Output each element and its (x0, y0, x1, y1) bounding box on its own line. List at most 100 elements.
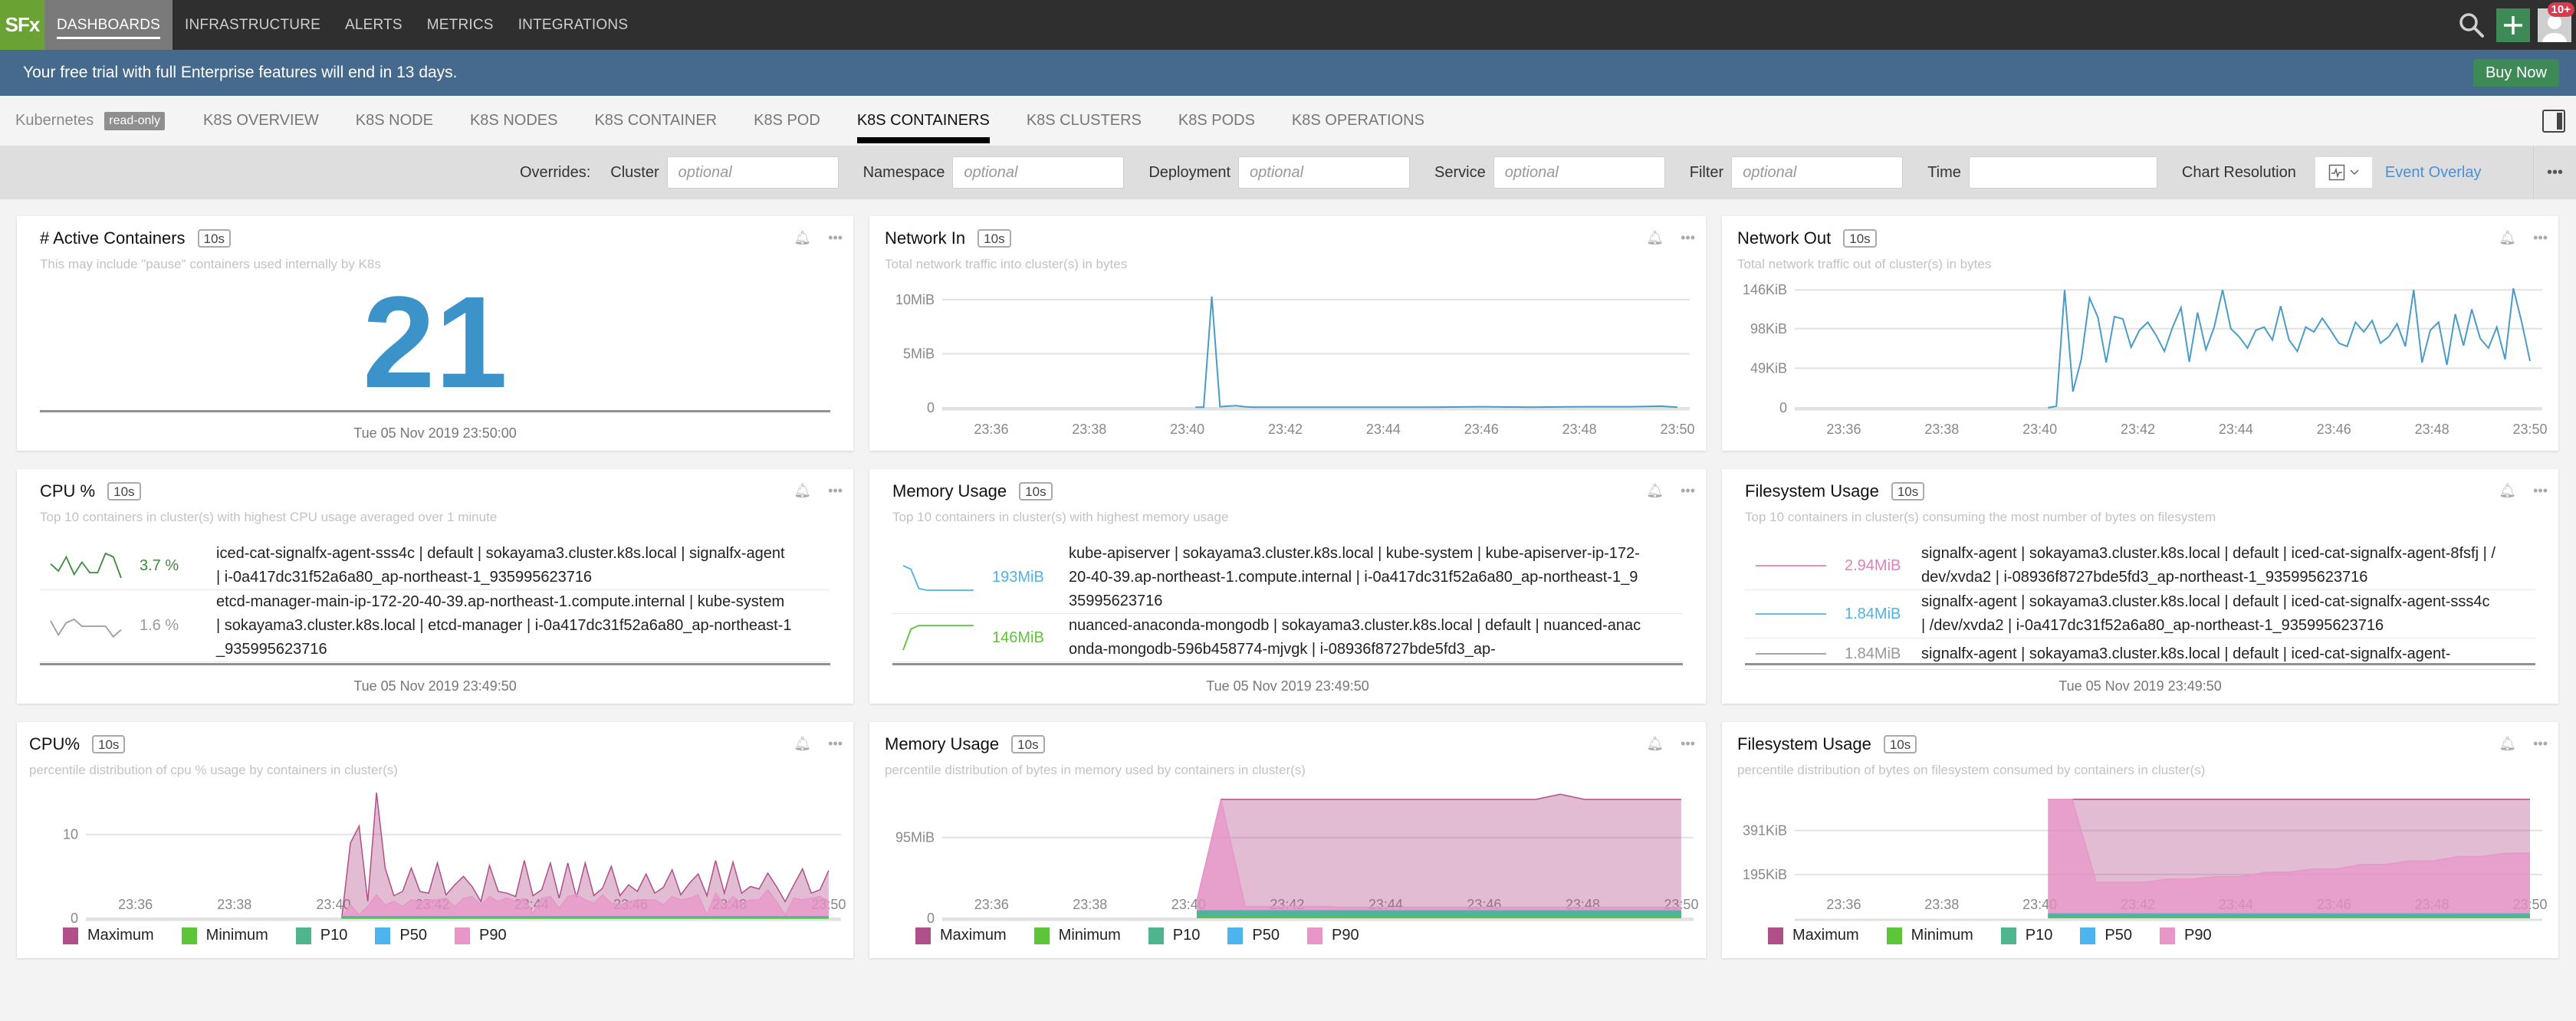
more-icon[interactable]: ••• (1681, 483, 1695, 499)
legend-swatch (1148, 927, 1164, 944)
x-tick-label: 23:44 (2219, 422, 2253, 437)
filter-label: Filter (1689, 163, 1724, 181)
panel-network-out: Network Out 10s Total network traffic out… (1722, 216, 2558, 451)
nav-infrastructure[interactable]: INFRASTRUCTURE (172, 0, 333, 50)
more-icon[interactable]: ••• (828, 230, 843, 246)
panel-description: Top 10 containers in cluster(s) with hig… (40, 510, 498, 524)
bell-icon[interactable]: 🔔︎ (1646, 483, 1664, 499)
list-item[interactable]: 1.84MiB signalfx-agent | sokayama3.cluste… (1745, 590, 2535, 639)
legend-item-p10[interactable]: P10 (295, 927, 347, 944)
list-item[interactable]: 3.7 % iced-cat-signalfx-agent-sss4c | def… (40, 542, 830, 590)
legend-item-p50[interactable]: P50 (1227, 927, 1280, 944)
tab-k8s-pod[interactable]: K8S POD (735, 96, 839, 146)
resolution-badge: 10s (197, 229, 231, 248)
legend-item-p50[interactable]: P50 (2080, 927, 2132, 944)
tab-k8s-node[interactable]: K8S NODE (337, 96, 452, 146)
buy-now-button[interactable]: Buy Now (2472, 59, 2559, 87)
namespace-input[interactable] (952, 156, 1125, 189)
sparkline (902, 625, 974, 651)
legend-swatch (915, 927, 931, 944)
sparkline-path (902, 625, 974, 651)
tab-k8s-clusters[interactable]: K8S CLUSTERS (1008, 96, 1160, 146)
list-item[interactable]: 193MiB kube-apiserver | sokayama3.cluster… (892, 542, 1683, 614)
panel-title: Filesystem Usage (1745, 481, 1879, 501)
resolution-badge: 10s (107, 482, 141, 501)
list-item[interactable]: 1.6 % etcd-manager-main-ip-172-20-40-39.a… (40, 590, 830, 662)
more-icon[interactable]: ••• (2533, 483, 2548, 499)
user-avatar[interactable]: 10+ (2538, 2, 2574, 42)
x-tick-label: 23:38 (1924, 422, 1959, 437)
chart-resolution-dropdown[interactable] (2314, 156, 2373, 189)
list-value: 2.94MiB (1845, 556, 1901, 574)
x-tick-label: 23:36 (1826, 897, 1861, 912)
nav-alerts[interactable]: ALERTS (333, 0, 415, 50)
legend-item-p10[interactable]: P10 (2000, 927, 2053, 944)
bell-icon[interactable]: 🔔︎ (794, 483, 811, 499)
area-maximum (1197, 794, 1681, 918)
list-value: 193MiB (992, 569, 1044, 586)
legend-label: P10 (2025, 927, 2053, 944)
more-icon[interactable]: ••• (828, 483, 843, 499)
service-input[interactable] (1493, 156, 1665, 189)
list-label: signalfx-agent | sokayama3.cluster.k8s.l… (1921, 593, 2490, 634)
tab-k8s-overview[interactable]: K8S OVERVIEW (185, 96, 337, 146)
time-input[interactable] (1968, 156, 2157, 189)
plus-icon (2504, 15, 2522, 34)
sparkline (50, 618, 122, 638)
side-panel-toggle-icon[interactable] (2542, 110, 2565, 133)
panel-filesystem-distribution: Filesystem Usage 10s percentile distribut… (1722, 722, 2558, 958)
filter-input[interactable] (1731, 156, 1904, 189)
legend-item-p90[interactable]: P90 (1306, 927, 1359, 944)
legend-item-maximum[interactable]: Maximum (1768, 927, 1859, 944)
timestamp: Tue 05 Nov 2019 23:50:00 (353, 425, 517, 441)
x-tick-label: 23:42 (2121, 422, 2155, 437)
legend-item-minimum[interactable]: Minimum (181, 927, 268, 944)
legend-item-maximum[interactable]: Maximum (915, 927, 1007, 944)
legend-item-p50[interactable]: P50 (375, 927, 427, 944)
legend-item-minimum[interactable]: Minimum (1033, 927, 1121, 944)
sparkline-path (50, 618, 122, 638)
legend-item-p90[interactable]: P90 (2159, 927, 2212, 944)
add-button[interactable] (2496, 8, 2530, 42)
legend-item-maximum[interactable]: Maximum (63, 927, 154, 944)
list-label: signalfx-agent | sokayama3.cluster.k8s.l… (1921, 545, 2496, 586)
network-out-line (2048, 287, 2531, 409)
bell-icon[interactable]: 🔔︎ (2499, 483, 2516, 499)
legend-item-p90[interactable]: P90 (454, 927, 507, 944)
tab-k8s-nodes[interactable]: K8S NODES (452, 96, 576, 146)
sparkline-path (902, 564, 974, 591)
event-overlay-link[interactable]: Event Overlay (2385, 164, 2482, 182)
list-label: nuanced-anaconda-mongodb | sokayama3.clu… (1069, 617, 1641, 658)
legend-label: Minimum (1058, 927, 1121, 944)
read-only-badge: read-only (104, 111, 165, 130)
dashboard-group-name[interactable]: Kubernetes (15, 112, 94, 130)
tab-k8s-containers[interactable]: K8S CONTAINERS (839, 96, 1008, 146)
legend-swatch (375, 927, 391, 944)
list-value: 1.84MiB (1845, 645, 1901, 662)
deployment-input[interactable] (1238, 156, 1411, 189)
legend-label: P90 (478, 927, 507, 944)
y-tick-label: 98KiB (1750, 321, 1787, 337)
legend-item-minimum[interactable]: Minimum (1886, 927, 1973, 944)
signalfx-logo[interactable]: SFx (0, 0, 44, 50)
y-tick-label: 0 (1779, 400, 1787, 415)
nav-dashboards[interactable]: DASHBOARDS (44, 0, 173, 50)
cluster-input[interactable] (666, 156, 839, 189)
bell-icon[interactable]: 🔔︎ (794, 230, 811, 246)
panel-memory-distribution: Memory Usage 10s percentile distribution … (869, 722, 1706, 958)
nav-metrics[interactable]: METRICS (415, 0, 506, 50)
legend-item-p10[interactable]: P10 (1148, 927, 1200, 944)
search-button[interactable] (2455, 8, 2489, 42)
sparkline (1756, 565, 1826, 566)
nav-integrations[interactable]: INTEGRATIONS (506, 0, 641, 50)
list-item[interactable]: 146MiB nuanced-anaconda-mongodb | sokayam… (892, 614, 1683, 662)
panel-description: Top 10 containers in cluster(s) with hig… (892, 510, 1229, 524)
y-tick-label: 146KiB (1743, 282, 1787, 297)
more-options-icon[interactable]: ••• (2533, 146, 2576, 199)
tab-k8s-pods[interactable]: K8S PODS (1160, 96, 1273, 146)
legend-label: P90 (2183, 927, 2212, 944)
tab-k8s-operations[interactable]: K8S OPERATIONS (1273, 96, 1443, 146)
tab-k8s-container[interactable]: K8S CONTAINER (576, 96, 735, 146)
resolution-badge: 10s (1019, 482, 1053, 501)
list-item[interactable]: 2.94MiB signalfx-agent | sokayama3.cluste… (1745, 542, 2535, 590)
